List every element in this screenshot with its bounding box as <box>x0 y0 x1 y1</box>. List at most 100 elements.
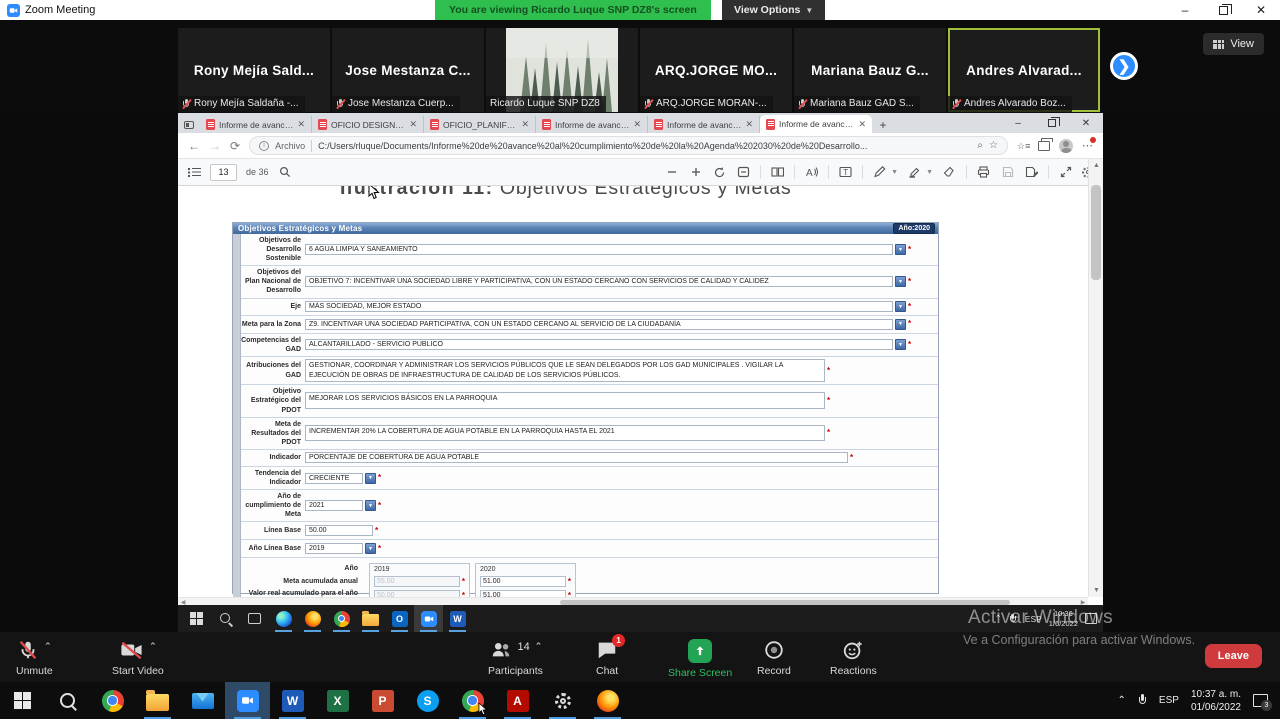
start-video-button[interactable]: ⌃ Start Video <box>112 639 164 677</box>
task-view-button[interactable] <box>240 605 269 632</box>
browser-tab[interactable]: Informe de avance al✕ <box>200 116 312 133</box>
chevron-down-icon[interactable]: ▼ <box>926 169 933 176</box>
table-of-contents-icon[interactable] <box>188 167 201 177</box>
share-screen-button[interactable]: Share Screen <box>668 639 732 679</box>
dropdown-button[interactable]: ▼ <box>895 319 906 330</box>
browser-tab[interactable]: Informe de avance al✕ <box>536 116 648 133</box>
close-tab-icon[interactable]: ✕ <box>521 119 529 130</box>
pnd-field[interactable]: OBJETIVO 7: INCENTIVAR UNA SOCIEDAD LIBR… <box>305 276 893 287</box>
chevron-up-icon[interactable]: ⌃ <box>535 641 543 652</box>
close-button[interactable]: ✕ <box>1242 0 1280 20</box>
scrollbar-thumb[interactable] <box>560 600 1010 605</box>
valor-2020-field[interactable]: 51.00 <box>480 590 566 597</box>
dropdown-button[interactable]: ▼ <box>895 244 906 255</box>
close-tab-icon[interactable]: ✕ <box>297 119 305 130</box>
print-icon[interactable] <box>976 165 991 180</box>
chevron-down-icon[interactable]: ▼ <box>891 169 898 176</box>
close-tab-icon[interactable]: ✕ <box>409 119 417 130</box>
search-icon[interactable] <box>278 165 293 180</box>
taskbar-firefox[interactable] <box>298 605 327 632</box>
zoom-out-icon[interactable] <box>664 165 679 180</box>
taskbar-file-explorer[interactable] <box>135 682 180 719</box>
browser-close-button[interactable]: ✕ <box>1069 113 1103 133</box>
forward-icon[interactable]: → <box>209 139 221 153</box>
objetivo-pdot-field[interactable]: MEJORAR LOS SERVICIOS BÁSICOS EN LA PARR… <box>305 392 825 409</box>
browser-tab[interactable]: Informe de avance al✕ <box>648 116 760 133</box>
zoom-page-icon[interactable]: ⌕ <box>977 140 983 151</box>
taskbar-powerpoint[interactable]: P <box>360 682 405 719</box>
zoom-in-icon[interactable] <box>688 165 703 180</box>
clock[interactable]: 10:37 a. m.01/06/2022 <box>1191 688 1241 714</box>
dropdown-button[interactable]: ▼ <box>365 500 376 511</box>
notification-center-icon[interactable]: 3 <box>1253 694 1268 707</box>
valor-2019-field[interactable]: 50.00 <box>374 590 460 597</box>
browser-tab[interactable]: OFICIO DESIGNACIÓN✕ <box>312 116 424 133</box>
minimize-button[interactable]: – <box>1166 0 1204 20</box>
profile-avatar[interactable] <box>1059 139 1073 153</box>
anio-cumplimiento-field[interactable]: 2021 <box>305 500 363 511</box>
taskbar-chrome[interactable] <box>90 682 135 719</box>
favorites-bar-icon[interactable]: ☆≡ <box>1017 141 1029 151</box>
horizontal-scrollbar[interactable]: ◀ ▶ <box>178 597 1088 605</box>
vertical-scrollbar[interactable]: ▲ ▼ <box>1088 159 1103 597</box>
taskbar-settings[interactable] <box>540 682 585 719</box>
start-button[interactable] <box>0 682 45 719</box>
leave-button[interactable]: Leave <box>1205 644 1262 668</box>
close-tab-icon[interactable]: ✕ <box>858 119 866 130</box>
participants-button[interactable]: 14⌃ Participants <box>488 639 543 677</box>
close-tab-icon[interactable]: ✕ <box>633 119 641 130</box>
scrollbar-thumb[interactable] <box>1091 185 1101 280</box>
taskbar-zoom-active[interactable] <box>414 605 443 632</box>
taskbar-file-explorer[interactable] <box>356 605 385 632</box>
tendencia-field[interactable]: CRECIENTE <box>305 473 363 484</box>
taskbar-firefox[interactable] <box>585 682 630 719</box>
save-icon[interactable] <box>1000 165 1015 180</box>
start-button[interactable] <box>182 605 211 632</box>
new-tab-button[interactable]: + <box>872 116 894 133</box>
search-button[interactable] <box>211 605 240 632</box>
dropdown-button[interactable]: ▼ <box>365 543 376 554</box>
scroll-down-icon[interactable]: ▼ <box>1089 584 1104 597</box>
dropdown-button[interactable]: ▼ <box>365 473 376 484</box>
refresh-icon[interactable]: ⟳ <box>230 139 240 153</box>
dropdown-button[interactable]: ▼ <box>895 301 906 312</box>
back-icon[interactable]: ← <box>188 139 200 153</box>
eje-field[interactable]: MÁS SOCIEDAD, MEJOR ESTADO <box>305 301 893 312</box>
highlight-icon[interactable] <box>907 165 922 180</box>
view-options-button[interactable]: View Options▼ <box>722 0 825 20</box>
language-indicator[interactable]: ESP <box>1159 695 1179 706</box>
close-tab-icon[interactable]: ✕ <box>745 119 753 130</box>
rotate-icon[interactable] <box>712 165 727 180</box>
next-participants-button[interactable]: ❯ <box>1110 52 1138 80</box>
favorite-star-icon[interactable]: ☆ <box>989 140 998 151</box>
add-text-icon[interactable]: T <box>838 165 853 180</box>
erase-icon[interactable] <box>942 165 957 180</box>
taskbar-edge[interactable] <box>269 605 298 632</box>
browser-minimize-button[interactable]: – <box>1001 113 1035 133</box>
search-button[interactable] <box>45 682 90 719</box>
taskbar-chrome[interactable] <box>327 605 356 632</box>
meta-pdot-field[interactable]: INCREMENTAR 20% LA COBERTURA DE AGUA POT… <box>305 425 825 441</box>
settings-more-icon[interactable]: ⋯ <box>1082 139 1093 152</box>
participant-tile[interactable]: Mariana Bauz G... Mariana Bauz GAD S... <box>794 28 946 112</box>
page-number-input[interactable]: 13 <box>210 164 237 181</box>
taskbar-word[interactable]: W <box>270 682 315 719</box>
record-button[interactable]: Record <box>757 639 791 677</box>
page-info-icon[interactable]: i <box>259 141 269 151</box>
linea-base-field[interactable]: 50.00 <box>305 525 373 536</box>
browser-tab-active[interactable]: Informe de avance al✕ <box>760 115 872 133</box>
anio-linea-base-field[interactable]: 2019 <box>305 543 363 554</box>
ods-field[interactable]: 6 AGUA LIMPIA Y SANEAMIENTO <box>305 244 893 255</box>
tray-mic-icon[interactable] <box>1138 694 1147 707</box>
collections-icon[interactable] <box>1038 141 1050 151</box>
taskbar-acrobat[interactable]: A <box>495 682 540 719</box>
dropdown-button[interactable]: ▼ <box>895 276 906 287</box>
taskbar-zoom-active[interactable] <box>225 682 270 719</box>
indicador-field[interactable]: PORCENTAJE DE COBERTURA DE AGUA POTABLE <box>305 452 848 463</box>
atribuciones-field[interactable]: GESTIONAR, COORDINAR Y ADMINISTRAR LOS S… <box>305 359 825 383</box>
page-view-icon[interactable] <box>770 165 785 180</box>
save-as-icon[interactable] <box>1024 165 1039 180</box>
read-aloud-icon[interactable]: A <box>804 165 819 180</box>
participant-tile[interactable]: ARQ.JORGE MO... ARQ.JORGE MORAN-... <box>640 28 792 112</box>
taskbar-chrome-2[interactable] <box>450 682 495 719</box>
